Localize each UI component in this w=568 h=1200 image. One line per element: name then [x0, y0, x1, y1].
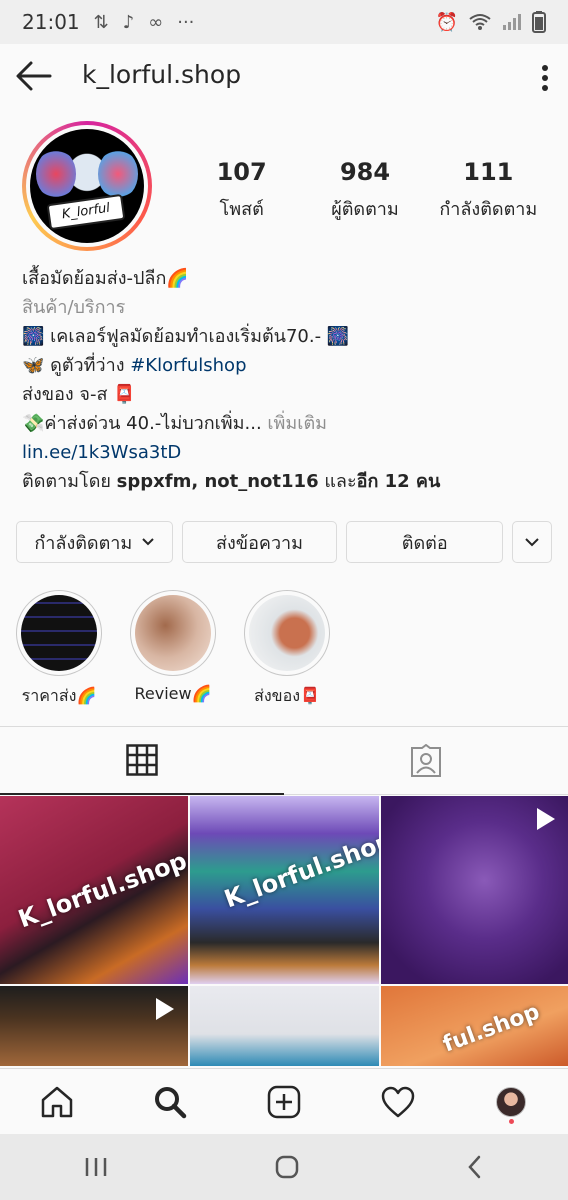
- profile-avatar[interactable]: K_lorful: [22, 121, 152, 251]
- posts-grid: K_lorful.shop K_lorful.shop ful.shop: [0, 796, 568, 1066]
- bio-line-1: 🎆 เคเลอร์ฟูลมัดย้อมทำเองเริ่มต้น70.- 🎆: [22, 326, 350, 347]
- highlight-cover: [135, 595, 211, 671]
- bio-line-2-prefix: 🦋 ดูตัวที่ว่าง: [22, 355, 131, 376]
- heart-icon: [381, 1086, 414, 1117]
- profile-avatar-thumb: [496, 1086, 527, 1117]
- home-button-icon[interactable]: [274, 1154, 300, 1180]
- bio-line-4-text: 💸ค่าส่งด่วน 40.-ไม่บวกเพิ่ม...: [22, 413, 262, 434]
- home-icon: [41, 1086, 73, 1117]
- video-play-icon: [537, 808, 555, 830]
- post-thumbnail[interactable]: [190, 986, 379, 1066]
- bio-hashtag[interactable]: #Klorfulshop: [130, 355, 246, 376]
- highlight-label: ส่งของ📮: [254, 686, 320, 705]
- followed-by-mid: และ: [318, 471, 357, 492]
- profile-bio: เสื้อมัดย้อมส่ง-ปลีก🌈 สินค้า/บริการ 🎆 เค…: [22, 264, 552, 496]
- nav-profile[interactable]: [481, 1072, 541, 1132]
- message-button[interactable]: ส่งข้อความ: [181, 521, 338, 563]
- post-thumbnail[interactable]: [381, 796, 568, 984]
- suggested-accounts-button[interactable]: [512, 521, 552, 563]
- followed-by[interactable]: ติดตามโดย sppxfm, not_not116 และอีก 12 ค…: [22, 467, 552, 496]
- alarm-icon: ⏰: [435, 11, 458, 33]
- bio-name: เสื้อมัดย้อมส่ง-ปลีก🌈: [22, 268, 189, 289]
- followed-by-count: อีก 12 คน: [356, 471, 441, 492]
- stat-followers-count: 984: [339, 158, 391, 186]
- profile-header: k_lorful.shop: [0, 44, 568, 110]
- bio-website-link[interactable]: lin.ee/1k3Wsa3tD: [22, 438, 552, 467]
- add-post-icon: [267, 1085, 301, 1118]
- profile-stats: 107 โพสต์ 984 ผู้ติดตาม 111 กำลังติดตาม: [180, 158, 550, 223]
- bottom-navigation: [0, 1068, 568, 1134]
- stat-following[interactable]: 111 กำลังติดตาม: [427, 158, 550, 223]
- back-arrow-icon[interactable]: [14, 58, 54, 94]
- bio-line-3: ส่งของ จ-ส 📮: [22, 384, 136, 405]
- nav-create[interactable]: [254, 1072, 314, 1132]
- chevron-down-icon: [142, 538, 154, 546]
- stat-followers[interactable]: 984 ผู้ติดตาม: [303, 158, 426, 223]
- highlight-cover: [21, 595, 97, 671]
- tagged-person-icon: [411, 743, 441, 777]
- tab-tagged[interactable]: [284, 727, 568, 795]
- grid-icon: [126, 744, 158, 776]
- stat-following-count: 111: [463, 158, 514, 186]
- highlight-cover: [249, 595, 325, 671]
- stat-followers-label: ผู้ติดตาม: [331, 199, 399, 220]
- more-options-icon[interactable]: [540, 64, 550, 92]
- post-watermark: K_lorful.shop: [220, 826, 379, 914]
- profile-tabs: [0, 726, 568, 795]
- highlight-label: Review🌈: [134, 684, 212, 703]
- highlight-item[interactable]: Review🌈: [130, 590, 216, 709]
- stat-posts[interactable]: 107 โพสต์: [180, 158, 303, 223]
- following-button[interactable]: กำลังติดตาม: [16, 521, 173, 563]
- tab-grid[interactable]: [0, 727, 284, 795]
- avatar-image: K_lorful: [30, 129, 144, 243]
- highlight-item[interactable]: ราคาส่ง🌈: [16, 590, 102, 709]
- story-highlights: ราคาส่ง🌈 Review🌈 ส่งของ📮: [16, 590, 330, 709]
- signal-icon: [503, 14, 521, 30]
- nav-activity[interactable]: [368, 1072, 428, 1132]
- sync-icon: ⇅: [93, 11, 109, 33]
- profile-username: k_lorful.shop: [82, 60, 242, 89]
- following-button-label: กำลังติดตาม: [34, 532, 133, 554]
- video-play-icon: [156, 998, 174, 1020]
- profile-actions: กำลังติดตาม ส่งข้อความ ติดต่อ: [16, 521, 552, 563]
- post-thumbnail[interactable]: [0, 986, 188, 1066]
- bio-more-link[interactable]: เพิ่มเติม: [262, 413, 327, 434]
- link-icon: ∞: [148, 11, 164, 33]
- stat-following-label: กำลังติดตาม: [439, 199, 538, 220]
- post-watermark: K_lorful.shop: [14, 846, 188, 934]
- status-time: 21:01: [22, 10, 80, 34]
- post-thumbnail[interactable]: K_lorful.shop: [190, 796, 379, 984]
- wifi-icon: [469, 14, 491, 30]
- bio-category: สินค้า/บริการ: [22, 297, 126, 318]
- tiktok-icon: ♪: [122, 11, 135, 33]
- post-watermark: ful.shop: [439, 999, 544, 1058]
- chevron-down-icon: [525, 537, 539, 546]
- back-button-icon[interactable]: [465, 1154, 485, 1180]
- highlight-item[interactable]: ส่งของ📮: [244, 590, 330, 709]
- followed-by-names: sppxfm, not_not116: [116, 471, 319, 492]
- nav-search[interactable]: [140, 1072, 200, 1132]
- message-button-label: ส่งข้อความ: [216, 532, 304, 554]
- nav-home[interactable]: [27, 1072, 87, 1132]
- notification-dot: [509, 1118, 515, 1124]
- search-icon: [155, 1086, 187, 1118]
- contact-button-label: ติดต่อ: [401, 532, 448, 554]
- bio-line-2: 🦋 ดูตัวที่ว่าง #Klorfulshop: [22, 351, 552, 380]
- post-thumbnail[interactable]: K_lorful.shop: [0, 796, 188, 984]
- post-thumbnail[interactable]: ful.shop: [381, 986, 568, 1066]
- system-navigation: [0, 1134, 568, 1200]
- status-bar: 21:01 ⇅ ♪ ∞ ··· ⏰: [0, 0, 568, 44]
- followed-by-prefix: ติดตามโดย: [22, 471, 117, 492]
- stat-posts-label: โพสต์: [219, 199, 264, 220]
- bio-line-4: 💸ค่าส่งด่วน 40.-ไม่บวกเพิ่ม... เพิ่มเติม: [22, 409, 552, 438]
- avatar-badge-text: K_lorful: [46, 193, 126, 231]
- contact-button[interactable]: ติดต่อ: [346, 521, 504, 563]
- stat-posts-count: 107: [216, 158, 267, 186]
- battery-icon: [532, 11, 546, 33]
- highlight-label: ราคาส่ง🌈: [21, 686, 97, 705]
- more-notifications-icon: ···: [177, 11, 195, 33]
- recent-apps-icon[interactable]: [83, 1156, 109, 1178]
